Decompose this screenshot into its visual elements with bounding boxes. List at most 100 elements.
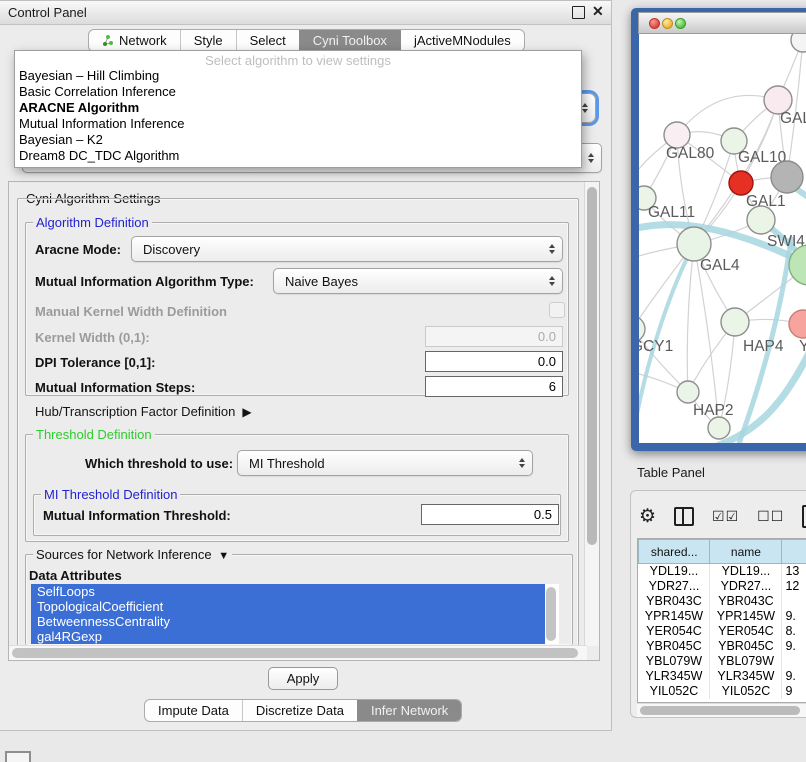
table-horizontal-scrollbar[interactable] xyxy=(637,703,806,717)
column-header[interactable]: name xyxy=(710,540,782,564)
network-node[interactable] xyxy=(708,417,730,439)
close-icon[interactable]: ✕ xyxy=(592,6,603,17)
table-cell[interactable]: 12 xyxy=(782,579,806,594)
tab-style[interactable]: Style xyxy=(180,30,236,51)
algorithm-option[interactable]: ARACNE Algorithm xyxy=(15,100,581,116)
table-cell[interactable] xyxy=(782,654,806,669)
control-panel-titlebar[interactable]: Control Panel ✕ xyxy=(0,1,611,25)
network-node[interactable] xyxy=(789,310,806,338)
data-attribute-item[interactable]: BetweennessCentrality xyxy=(31,614,545,629)
hub-definition-expander[interactable]: Hub/Transcription Factor Definition ▶ xyxy=(35,404,252,419)
table-row[interactable]: YPR145WYPR145W9. xyxy=(639,609,806,624)
settings-gear-icon[interactable]: ⚙ xyxy=(639,505,656,528)
tab-jactivemnodules[interactable]: jActiveMNodules xyxy=(400,30,524,51)
data-attribute-item[interactable]: SelfLoops xyxy=(31,584,545,599)
manual-kernel-checkbox[interactable] xyxy=(549,302,565,318)
table-cell[interactable]: YBL079W xyxy=(710,654,782,669)
table-cell[interactable]: YER054C xyxy=(639,624,710,639)
which-threshold-combo[interactable]: MI Threshold xyxy=(237,450,533,476)
horizontal-scrollbar[interactable] xyxy=(9,645,587,660)
table-cell[interactable]: YIL052C xyxy=(639,684,710,699)
close-traffic-light-icon[interactable] xyxy=(649,18,660,29)
vertical-scrollbar[interactable] xyxy=(584,182,599,646)
table-cell[interactable] xyxy=(782,594,806,609)
table-cell[interactable]: 9. xyxy=(782,609,806,624)
document-icon[interactable] xyxy=(802,505,806,528)
table-cell[interactable]: YPR145W xyxy=(639,609,710,624)
algorithm-option[interactable]: Basic Correlation Inference xyxy=(15,84,581,100)
network-node[interactable] xyxy=(729,171,753,195)
table-cell[interactable]: YDR27... xyxy=(710,579,782,594)
tab-network[interactable]: Network xyxy=(89,30,180,51)
mi-steps-field[interactable] xyxy=(425,376,563,397)
algorithm-option[interactable]: Bayesian – K2 xyxy=(15,132,581,148)
table-row[interactable]: YIL052CYIL052C9 xyxy=(639,684,806,699)
table-cell[interactable]: YLR345W xyxy=(639,669,710,684)
network-node[interactable] xyxy=(677,381,699,403)
sources-group-title[interactable]: Sources for Network Inference ▼ xyxy=(33,547,232,562)
table-cell[interactable]: YPR145W xyxy=(710,609,782,624)
table-cell[interactable]: YBR045C xyxy=(710,639,782,654)
algorithm-option[interactable]: Bayesian – Hill Climbing xyxy=(15,68,581,84)
mi-type-combo[interactable]: Naive Bayes xyxy=(273,268,563,294)
column-header[interactable]: shared... xyxy=(639,540,710,564)
select-all-checkboxes-icon[interactable]: ☑☑ xyxy=(712,508,739,525)
vertical-scrollbar-thumb[interactable] xyxy=(587,187,597,545)
node-table[interactable]: shared...name YDL19...YDL19...13YDR27...… xyxy=(638,539,806,699)
float-window-icon[interactable] xyxy=(572,6,585,19)
list-scrollbar-thumb[interactable] xyxy=(546,587,556,641)
table-row[interactable]: YBL079WYBL079W xyxy=(639,654,806,669)
network-node[interactable] xyxy=(771,161,803,193)
network-node[interactable] xyxy=(677,227,711,261)
data-attribute-item[interactable]: gal4RGexp xyxy=(31,629,545,644)
table-row[interactable]: YBR045CYBR045C9. xyxy=(639,639,806,654)
table-cell[interactable]: YLR345W xyxy=(710,669,782,684)
table-cell[interactable]: 13 xyxy=(782,564,806,579)
table-cell[interactable]: YDL19... xyxy=(710,564,782,579)
network-node[interactable] xyxy=(747,206,775,234)
table-cell[interactable]: YBR045C xyxy=(639,639,710,654)
table-horizontal-scrollbar-thumb[interactable] xyxy=(640,706,800,715)
deselect-all-checkboxes-icon[interactable]: ☐☐ xyxy=(757,508,784,525)
tab-discretize-data[interactable]: Discretize Data xyxy=(242,700,357,721)
table-cell[interactable]: 9. xyxy=(782,639,806,654)
table-cell[interactable]: YDR27... xyxy=(639,579,710,594)
table-row[interactable]: YER054CYER054C8. xyxy=(639,624,806,639)
minimize-traffic-light-icon[interactable] xyxy=(662,18,673,29)
table-cell[interactable]: YBL079W xyxy=(639,654,710,669)
apply-button[interactable]: Apply xyxy=(268,667,338,690)
table-row[interactable]: YDR27...YDR27...12 xyxy=(639,579,806,594)
table-row[interactable]: YLR345WYLR345W9. xyxy=(639,669,806,684)
table-cell[interactable]: 9. xyxy=(782,669,806,684)
data-attribute-item[interactable]: TopologicalCoefficient xyxy=(31,599,545,614)
network-node[interactable] xyxy=(791,34,806,52)
split-panes-icon[interactable] xyxy=(674,507,694,526)
node-label: GAL80 xyxy=(666,145,715,162)
column-header[interactable] xyxy=(782,540,806,564)
table-row[interactable]: YBR043CYBR043C xyxy=(639,594,806,609)
table-cell[interactable]: 9 xyxy=(782,684,806,699)
table-cell[interactable]: YDL19... xyxy=(639,564,710,579)
table-cell[interactable]: YER054C xyxy=(710,624,782,639)
tab-infer-network[interactable]: Infer Network xyxy=(357,700,461,721)
network-canvas[interactable]: GALGAL80GAL10GAL1SWI4GAL11GAL4GCY1HAP4YH… xyxy=(639,34,806,443)
tab-cyni-toolbox[interactable]: Cyni Toolbox xyxy=(299,30,400,51)
kernel-width-field[interactable] xyxy=(425,326,563,347)
network-node[interactable] xyxy=(721,308,749,336)
table-cell[interactable]: YBR043C xyxy=(710,594,782,609)
horizontal-scrollbar-thumb[interactable] xyxy=(12,648,578,658)
table-row[interactable]: YDL19...YDL19...13 xyxy=(639,564,806,579)
minimized-panel-icon[interactable] xyxy=(5,751,31,762)
table-cell[interactable]: YIL052C xyxy=(710,684,782,699)
algorithm-option[interactable]: Mutual Information Inference xyxy=(15,116,581,132)
algorithm-option[interactable]: Dream8 DC_TDC Algorithm xyxy=(15,148,581,164)
mi-threshold-field[interactable] xyxy=(421,504,559,525)
network-window-titlebar[interactable] xyxy=(638,12,806,34)
table-cell[interactable]: YBR043C xyxy=(639,594,710,609)
tab-impute-data[interactable]: Impute Data xyxy=(145,700,242,721)
dpi-tolerance-field[interactable] xyxy=(425,351,563,372)
tab-select[interactable]: Select xyxy=(236,30,299,51)
table-cell[interactable]: 8. xyxy=(782,624,806,639)
aracne-mode-combo[interactable]: Discovery xyxy=(131,236,563,262)
zoom-traffic-light-icon[interactable] xyxy=(675,18,686,29)
